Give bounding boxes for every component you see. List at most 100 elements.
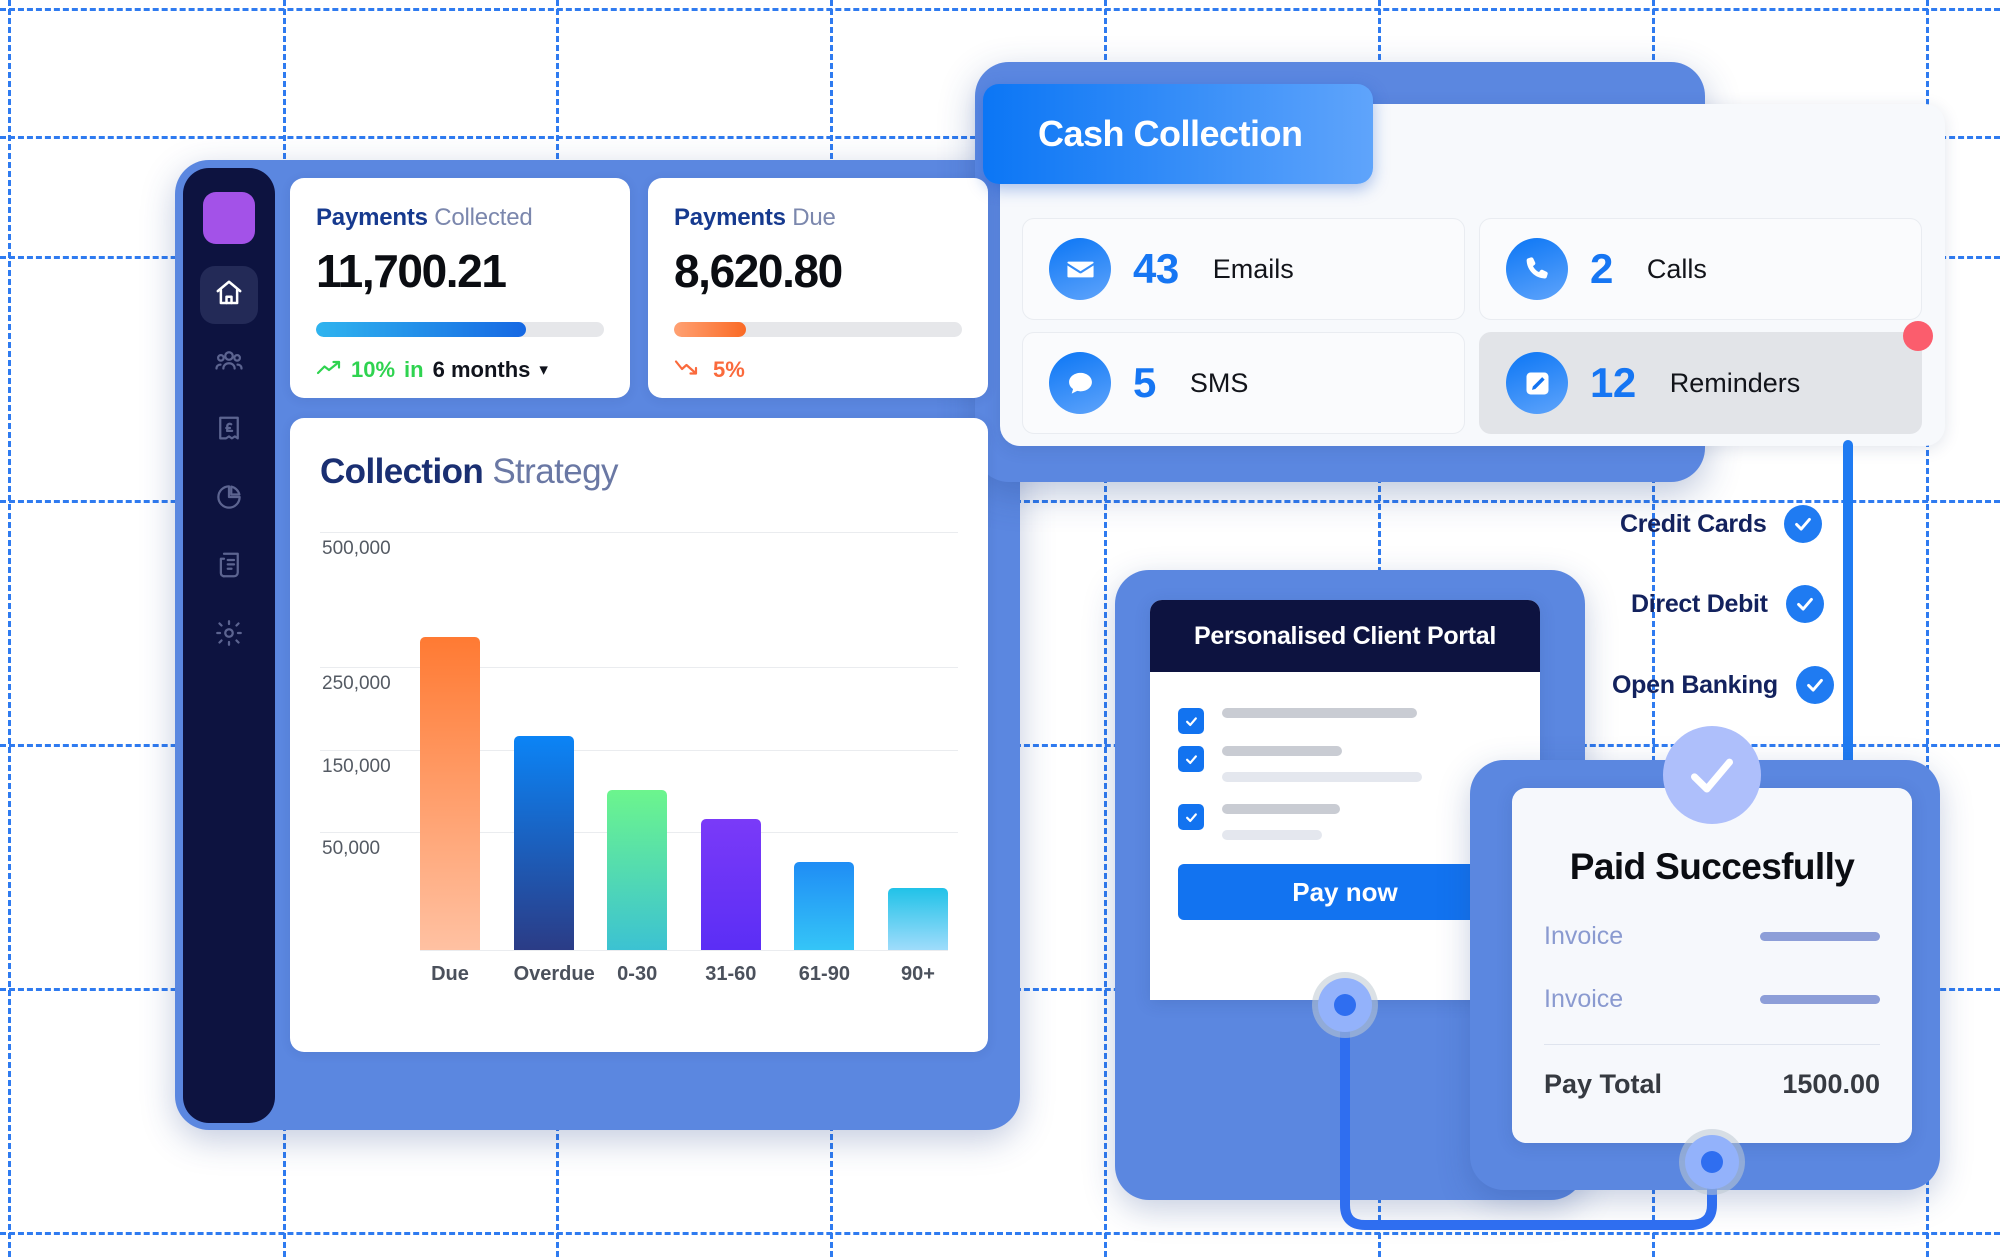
cash-collection-header: Cash Collection	[983, 84, 1373, 184]
stat-count: 5	[1133, 359, 1156, 406]
pay-total-label: Pay Total	[1544, 1069, 1663, 1099]
chevron-down-icon[interactable]: ▾	[539, 360, 548, 380]
invoice-label: Invoice	[1544, 922, 1624, 950]
checklist-item[interactable]	[1178, 746, 1512, 782]
sidebar-item-documents[interactable]	[200, 538, 258, 596]
invoice-row: Invoice	[1544, 922, 1880, 951]
payment-method-credit-cards[interactable]: Credit Cards	[1620, 505, 1823, 543]
stat-tile-reminders[interactable]: 12 Reminders	[1479, 321, 1933, 434]
kpi-trend: 10% in 6 months ▾	[316, 357, 604, 383]
screenshot-root: Payments Collected 11,700.21 10% in 6 mo…	[0, 0, 2000, 1257]
kpi-progress-fill	[316, 322, 527, 337]
pay-now-button[interactable]: Pay now	[1178, 864, 1512, 920]
kpi-progress-fill	[674, 322, 746, 337]
invoice-label: Invoice	[1544, 985, 1624, 1013]
checkbox-checked-icon[interactable]	[1178, 708, 1204, 734]
sidebar-item-reports[interactable]	[200, 470, 258, 528]
users-icon	[214, 346, 244, 381]
kpi-value: 11,700.21	[316, 245, 507, 297]
y-tick-label: 250,000	[322, 673, 391, 694]
kpi-title-rest: Due	[792, 204, 836, 231]
cash-collection-tiles: 43 Emails 2 Calls 5 SMS 12 Reminders	[1022, 218, 1933, 434]
payment-method-open-banking[interactable]: Open Banking	[1612, 666, 1834, 704]
kpi-value: 8,620.80	[674, 245, 843, 297]
stat-label: SMS	[1189, 367, 1249, 398]
x-tick-label: Due	[431, 963, 469, 985]
bar-90-plus[interactable]	[887, 888, 948, 950]
placeholder-line	[1222, 708, 1417, 718]
payment-method-label: Direct Debit	[1631, 589, 1768, 618]
check-circle-icon	[1663, 726, 1761, 824]
trend-down-icon	[674, 357, 704, 383]
connector-node-paid	[1685, 1135, 1739, 1189]
kpi-title: Payments Collected	[316, 204, 604, 232]
gear-icon	[214, 618, 244, 653]
bar-due[interactable]	[420, 636, 480, 950]
bar-chart: 500,000 250,000 150,000 50,000 Due Overd…	[320, 532, 958, 992]
chart-title-bold: Collection	[320, 452, 484, 491]
payment-method-label: Credit Cards	[1620, 509, 1767, 538]
invoice-pound-icon	[214, 414, 244, 449]
invoice-row: Invoice	[1544, 985, 1880, 1014]
placeholder-line	[1222, 746, 1342, 756]
sidebar-item-settings[interactable]	[200, 606, 258, 664]
y-tick-label: 150,000	[322, 756, 391, 777]
x-tick-label: Overdue	[513, 963, 595, 985]
stat-count: 43	[1133, 245, 1179, 292]
bar-column	[607, 532, 668, 950]
pie-chart-icon	[214, 482, 244, 517]
y-tick-label: 50,000	[322, 838, 381, 859]
chat-bubble-icon	[1049, 352, 1111, 414]
bar-61-90[interactable]	[794, 862, 855, 950]
stat-count: 12	[1590, 359, 1636, 406]
bar-0-30[interactable]	[607, 789, 668, 950]
payment-method-direct-debit[interactable]: Direct Debit	[1631, 585, 1824, 623]
bar-column	[420, 532, 480, 950]
trend-percent: 5%	[713, 357, 745, 382]
stat-tile-sms[interactable]: 5 SMS	[1022, 332, 1465, 434]
x-tick-label: 90+	[901, 963, 935, 985]
sidebar-item-home[interactable]	[200, 266, 258, 324]
chart-title: Collection Strategy	[320, 452, 958, 492]
payment-method-label: Open Banking	[1612, 670, 1778, 699]
kpi-title-bold: Payments	[316, 204, 428, 231]
checklist-item[interactable]	[1178, 708, 1512, 734]
stat-tile-emails[interactable]: 43 Emails	[1022, 218, 1465, 320]
checkbox-checked-icon[interactable]	[1178, 746, 1204, 772]
bar-column	[700, 532, 761, 950]
connector-node-portal	[1318, 978, 1372, 1032]
client-portal-title: Personalised Client Portal	[1150, 600, 1540, 672]
trend-percent: 10%	[351, 357, 396, 382]
collection-strategy-card: Collection Strategy 500,000 250,000 150,…	[290, 418, 988, 1052]
pencil-square-icon	[1506, 352, 1568, 414]
kpi-trend: 5%	[674, 357, 962, 383]
placeholder-line	[1222, 804, 1340, 814]
divider	[1544, 1044, 1880, 1045]
stat-label: Calls	[1646, 253, 1707, 284]
envelope-icon	[1049, 238, 1111, 300]
stat-tile-calls[interactable]: 2 Calls	[1479, 218, 1922, 320]
kpi-card-payments-collected: Payments Collected 11,700.21 10% in 6 mo…	[290, 178, 630, 398]
checklist-item[interactable]	[1178, 804, 1512, 840]
sidebar-item-customers[interactable]	[200, 334, 258, 392]
check-icon	[1795, 666, 1834, 704]
chart-title-rest: Strategy	[492, 452, 618, 491]
checkbox-checked-icon[interactable]	[1178, 804, 1204, 830]
pay-total-row: Pay Total 1500.00	[1544, 1069, 1880, 1100]
kpi-title-rest: Collected	[434, 204, 533, 231]
bar-31-60[interactable]	[700, 818, 761, 950]
sidebar	[183, 168, 275, 1123]
connector-rail-vertical	[1843, 440, 1853, 800]
app-logo[interactable]	[203, 192, 255, 244]
bar-overdue[interactable]	[513, 735, 574, 950]
kpi-title-bold: Payments	[674, 204, 786, 231]
sidebar-item-invoices[interactable]	[200, 402, 258, 460]
trend-period: 6 months	[432, 357, 531, 382]
trend-connector: in	[404, 357, 424, 382]
bar-column	[794, 532, 855, 950]
placeholder-line	[1760, 932, 1880, 941]
x-tick-label: 0-30	[617, 963, 658, 985]
kpi-title: Payments Due	[674, 204, 962, 232]
bar-column	[513, 532, 574, 950]
stat-label: Reminders	[1669, 367, 1801, 398]
